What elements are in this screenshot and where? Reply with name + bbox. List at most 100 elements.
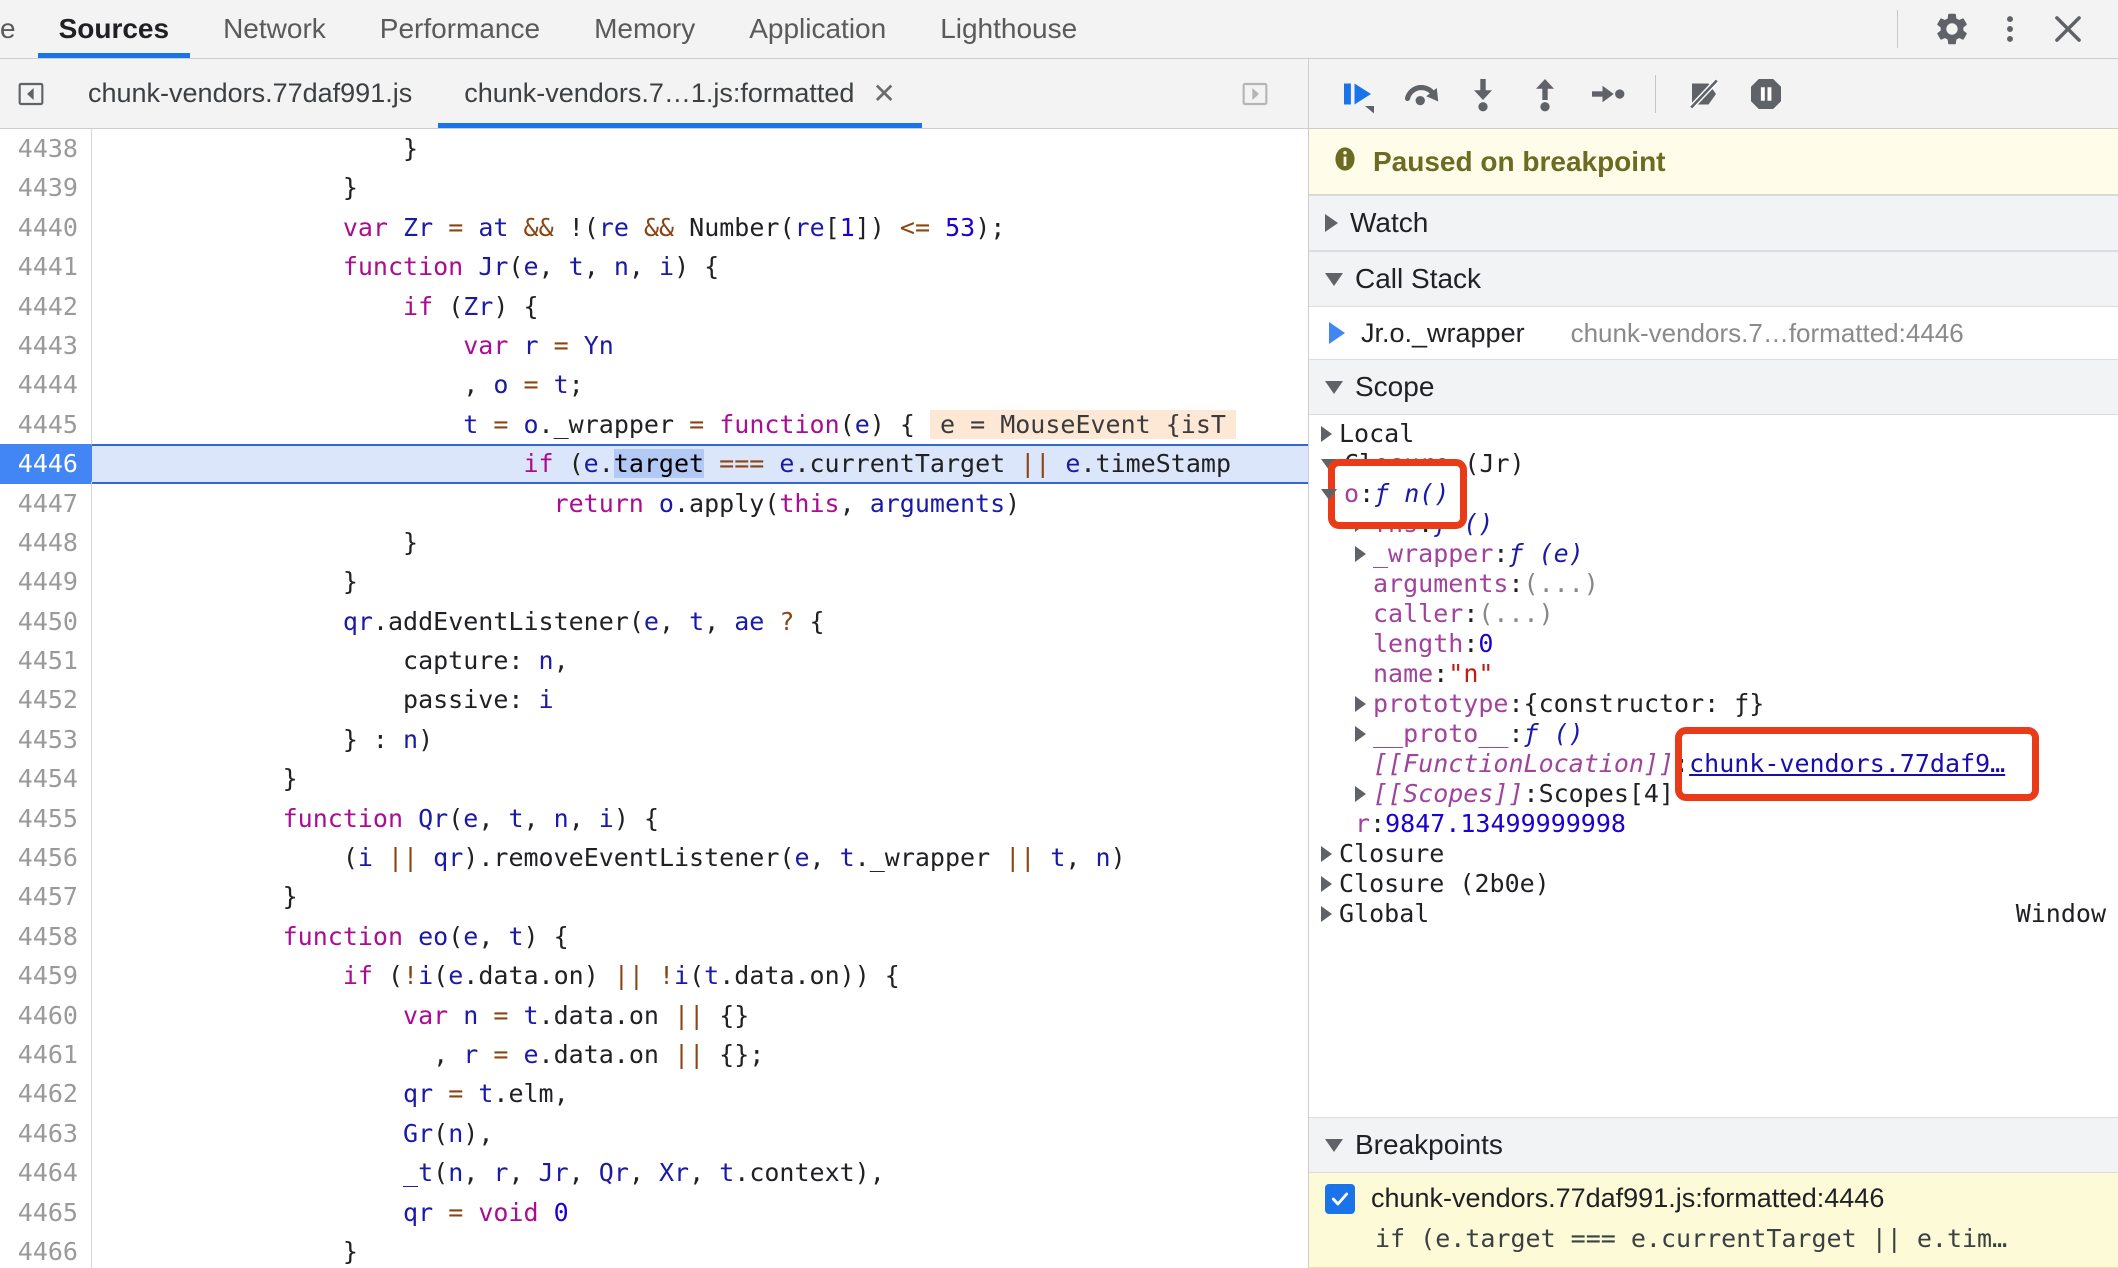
line-number[interactable]: 4464	[0, 1153, 91, 1192]
scope-group-row[interactable]: Closure	[1309, 839, 2118, 869]
panel-tab-performance[interactable]: Performance	[353, 0, 567, 58]
code-line-executing[interactable]: if (e.target === e.currentTarget || e.ti…	[92, 444, 1308, 484]
code-line[interactable]: (i || qr).removeEventListener(e, t._wrap…	[92, 838, 1308, 877]
code-line[interactable]: var Zr = at && !(re && Number(re[1]) <= …	[92, 208, 1308, 247]
scope-property-row[interactable]: prototype: {constructor: ƒ}	[1309, 689, 2118, 719]
chevron-right-icon[interactable]	[1321, 846, 1332, 862]
breakpoint-item[interactable]: chunk-vendors.77daf991.js:formatted:4446…	[1309, 1173, 2118, 1268]
file-tab-1[interactable]: chunk-vendors.77daf991.js	[62, 59, 438, 128]
code-line[interactable]: function eo(e, t) {	[92, 917, 1308, 956]
chevron-right-icon[interactable]	[1321, 876, 1332, 892]
code-line[interactable]: qr = t.elm,	[92, 1074, 1308, 1113]
code-line[interactable]: capture: n,	[92, 641, 1308, 680]
line-number[interactable]: 4454	[0, 759, 91, 798]
line-number[interactable]: 4462	[0, 1074, 91, 1113]
scope-property-row[interactable]: [[FunctionLocation]]: chunk-vendors.77da…	[1309, 749, 2118, 779]
panel-tab-application[interactable]: Application	[722, 0, 913, 58]
code-line[interactable]: qr.addEventListener(e, t, ae ? {	[92, 602, 1308, 641]
pause-on-exceptions-button[interactable]	[1738, 66, 1794, 122]
panel-tab-lighthouse[interactable]: Lighthouse	[913, 0, 1104, 58]
code-line[interactable]: if (!i(e.data.on) || !i(t.data.on)) {	[92, 956, 1308, 995]
line-number[interactable]: 4465	[0, 1193, 91, 1232]
next-file-icon[interactable]	[1224, 78, 1286, 110]
step-into-button[interactable]	[1455, 66, 1511, 122]
code-line[interactable]: , r = e.data.on || {};	[92, 1035, 1308, 1074]
code-line[interactable]: function Jr(e, t, n, i) {	[92, 247, 1308, 286]
line-number[interactable]: 4443	[0, 326, 91, 365]
inline-value-popup[interactable]: e = MouseEvent {isT	[929, 409, 1236, 439]
scope-property-row[interactable]: caller: (...)	[1309, 599, 2118, 629]
line-number[interactable]: 4440	[0, 208, 91, 247]
step-out-button[interactable]	[1517, 66, 1573, 122]
scope-property-row[interactable]: o: ƒ n()	[1309, 479, 2118, 509]
line-number[interactable]: 4460	[0, 996, 91, 1035]
code-line[interactable]: passive: i	[92, 680, 1308, 719]
scope-property-row[interactable]: r: 9847.13499999998	[1309, 809, 2118, 839]
panel-tab-sources[interactable]: Sources	[32, 0, 197, 58]
code-line[interactable]: var n = t.data.on || {}	[92, 996, 1308, 1035]
chevron-right-icon[interactable]	[1321, 426, 1332, 442]
resume-button[interactable]	[1331, 66, 1387, 122]
line-number[interactable]: 4453	[0, 720, 91, 759]
line-number[interactable]: 4456	[0, 838, 91, 877]
code-line[interactable]: qr = void 0	[92, 1193, 1308, 1232]
chevron-right-icon[interactable]	[1355, 726, 1366, 742]
code-line[interactable]: }	[92, 562, 1308, 601]
breakpoint-checkbox[interactable]	[1325, 1183, 1355, 1214]
line-number[interactable]: 4445	[0, 405, 91, 444]
line-number[interactable]: 4451	[0, 641, 91, 680]
code-line[interactable]: var r = Yn	[92, 326, 1308, 365]
chevron-down-icon[interactable]	[1321, 488, 1337, 500]
scope-group-row[interactable]: Closure (Jr)	[1309, 449, 2118, 479]
code-line[interactable]: }	[92, 759, 1308, 798]
scope-property-row[interactable]: arguments: (...)	[1309, 569, 2118, 599]
line-number[interactable]: 4452	[0, 680, 91, 719]
code-line[interactable]: function Qr(e, t, n, i) {	[92, 799, 1308, 838]
line-number[interactable]: 4450	[0, 602, 91, 641]
line-number[interactable]: 4448	[0, 523, 91, 562]
call-stack-frame[interactable]: Jr.o._wrapper chunk-vendors.7…formatted:4…	[1309, 307, 2118, 359]
step-button[interactable]	[1579, 66, 1635, 122]
code-line[interactable]: if (Zr) {	[92, 287, 1308, 326]
line-number[interactable]: 4446	[0, 444, 109, 484]
chevron-right-icon[interactable]	[1355, 696, 1366, 712]
scope-property-row[interactable]: fns: ƒ ()	[1309, 509, 2118, 539]
code-line[interactable]: t = o._wrapper = function(e) { e = Mouse…	[92, 405, 1308, 444]
line-number[interactable]: 4461	[0, 1035, 91, 1074]
code-content[interactable]: } } var Zr = at && !(re && Number(re[1])…	[92, 129, 1308, 1268]
line-number[interactable]: 4457	[0, 877, 91, 916]
line-number[interactable]: 4466	[0, 1232, 91, 1268]
step-over-button[interactable]	[1393, 66, 1449, 122]
scope-property-link[interactable]: chunk-vendors.77daf9…	[1689, 749, 2005, 779]
code-line[interactable]: }	[92, 129, 1308, 168]
breakpoints-section-header[interactable]: Breakpoints	[1309, 1117, 2118, 1173]
file-tab-2[interactable]: chunk-vendors.7…1.js:formatted ✕	[438, 59, 922, 128]
scope-property-row[interactable]: [[Scopes]]: Scopes[4]	[1309, 779, 2118, 809]
chevron-right-icon[interactable]	[1321, 906, 1332, 922]
line-number-gutter[interactable]: 4438 4439 4440 4441 4442 4443 4444 4445 4446 4447…	[0, 129, 109, 1268]
close-tab-icon[interactable]: ✕	[872, 79, 895, 108]
line-number[interactable]: 4444	[0, 365, 91, 404]
scope-group-row[interactable]: Local	[1309, 419, 2118, 449]
line-number[interactable]: 4455	[0, 799, 91, 838]
close-icon[interactable]	[2042, 3, 2094, 55]
panel-tab-e[interactable]: e	[0, 0, 32, 58]
line-number[interactable]: 4438	[0, 129, 91, 168]
chevron-right-icon[interactable]	[1355, 516, 1366, 532]
line-number[interactable]: 4439	[0, 168, 91, 207]
chevron-right-icon[interactable]	[1355, 546, 1366, 562]
code-line[interactable]: }	[92, 168, 1308, 207]
more-options-icon[interactable]	[1984, 3, 2036, 55]
code-line[interactable]: , o = t;	[92, 365, 1308, 404]
line-number[interactable]: 4458	[0, 917, 91, 956]
chevron-down-icon[interactable]	[1321, 458, 1337, 470]
code-line[interactable]: } : n)	[92, 720, 1308, 759]
panel-tab-memory[interactable]: Memory	[567, 0, 722, 58]
scope-property-row[interactable]: length: 0	[1309, 629, 2118, 659]
watch-section-header[interactable]: Watch	[1309, 195, 2118, 251]
scope-group-row[interactable]: Closure (2b0e)	[1309, 869, 2118, 899]
line-number[interactable]: 4442	[0, 287, 91, 326]
scope-property-row[interactable]: __proto__: ƒ ()	[1309, 719, 2118, 749]
deactivate-breakpoints-button[interactable]	[1676, 66, 1732, 122]
code-line[interactable]: }	[92, 877, 1308, 916]
